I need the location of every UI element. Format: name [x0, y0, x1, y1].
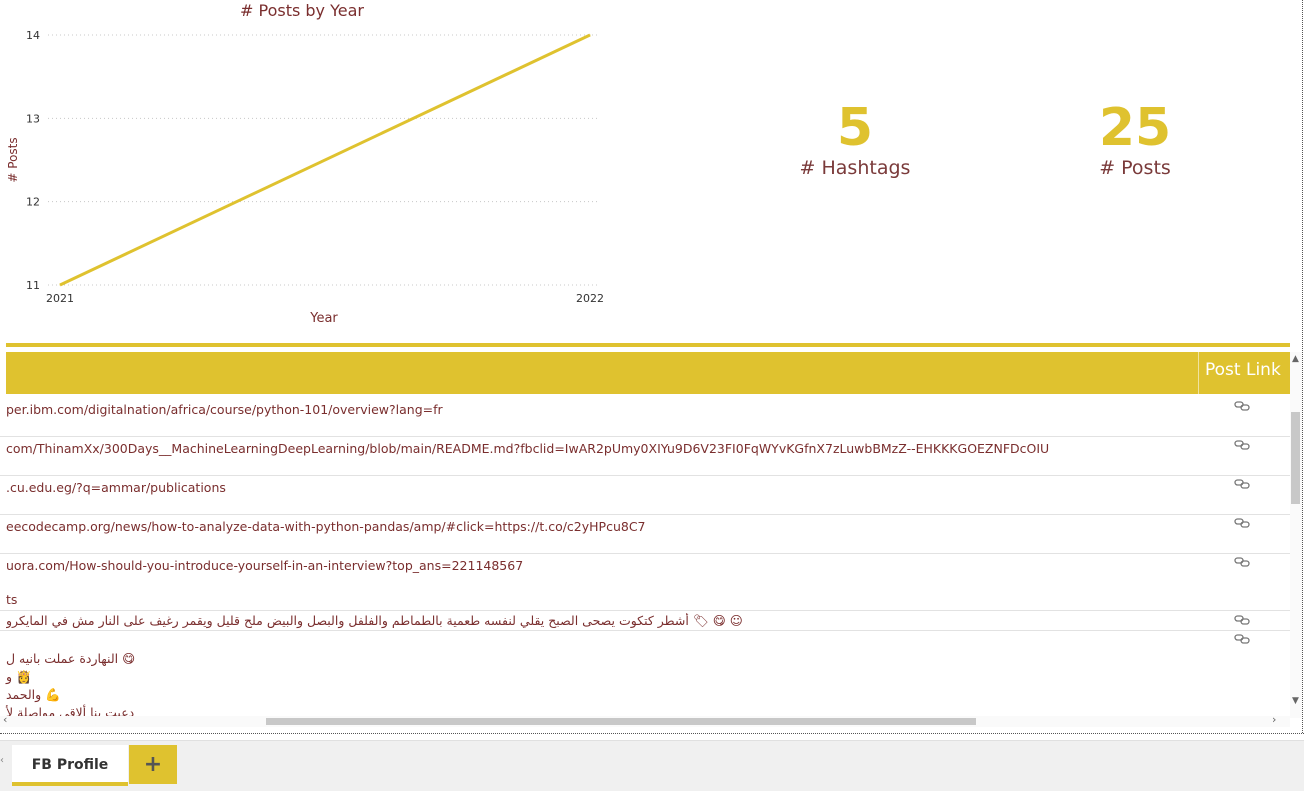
y-tick-label: 13	[26, 112, 40, 125]
link-icon[interactable]	[1234, 400, 1250, 412]
link-icon[interactable]	[1234, 478, 1250, 490]
canvas-border	[1302, 0, 1303, 733]
link-icon[interactable]	[1234, 517, 1250, 529]
page-tab-bar: ‹ FB Profile +	[0, 740, 1304, 791]
table-row[interactable]: eecodecamp.org/news/how-to-analyze-data-…	[0, 515, 1290, 554]
canvas-border	[0, 733, 1304, 734]
x-tick-label: 2022	[576, 292, 604, 305]
chart-y-ticks: 11 12 13 14	[26, 29, 40, 292]
table-top-rule	[6, 343, 1290, 347]
link-icon[interactable]	[1234, 633, 1250, 645]
chart-x-ticks: 2021 2022	[46, 292, 604, 305]
row-url: per.ibm.com/digitalnation/africa/course/…	[6, 402, 443, 417]
link-icon[interactable]	[1234, 556, 1250, 568]
table-row[interactable]: com/ThinamXx/300Days__MachineLearningDee…	[0, 437, 1290, 476]
add-page-button[interactable]: +	[129, 745, 177, 784]
posts-table[interactable]: Post Link per.ibm.com/digitalnation/afri…	[0, 352, 1290, 718]
table-row[interactable]: uora.com/How-should-you-introduce-yourse…	[0, 554, 1290, 611]
series-line[interactable]	[59, 33, 591, 287]
row-url: uora.com/How-should-you-introduce-yourse…	[6, 558, 524, 573]
row-post-text-line: 💪 والحمد	[6, 687, 61, 702]
y-tick-label: 11	[26, 279, 40, 292]
link-icon[interactable]	[1234, 614, 1250, 626]
scroll-left-icon[interactable]: ‹	[3, 713, 7, 726]
row-post-text-line: 👸 و	[6, 669, 32, 684]
tab-fb-profile[interactable]: FB Profile	[12, 745, 128, 786]
scroll-right-icon[interactable]: ›	[1272, 713, 1276, 726]
table-horizontal-scrollbar[interactable]: ‹ ›	[0, 713, 1290, 727]
tab-label: FB Profile	[31, 757, 109, 773]
row-text-continued: ts	[6, 592, 18, 607]
table-row[interactable]: per.ibm.com/digitalnation/africa/course/…	[0, 398, 1290, 437]
row-post-text: ☺ 😋 🏷 أشطر كتكوت يصحى الصبح يقلي لنفسه ط…	[6, 613, 743, 628]
scroll-down-icon[interactable]: ▼	[1292, 696, 1299, 706]
posts-card[interactable]: 25 # Posts	[1060, 100, 1210, 180]
chart-y-axis-label: # Posts	[6, 137, 20, 182]
row-post-text-line: 😋 النهاردة عملت بانيه ل	[6, 651, 136, 666]
table-row[interactable]: .cu.edu.eg/?q=ammar/publications	[0, 476, 1290, 515]
link-icon[interactable]	[1234, 439, 1250, 451]
y-tick-label: 12	[26, 196, 40, 209]
column-header-post-link[interactable]: Post Link	[1198, 352, 1290, 394]
data-point[interactable]	[59, 284, 61, 286]
data-point[interactable]	[589, 34, 591, 36]
x-tick-label: 2021	[46, 292, 74, 305]
table-header: Post Link	[6, 352, 1290, 394]
report-canvas: # Posts by Year 11 12 13 14 2021 2022 # Post…	[0, 0, 1304, 733]
table-row[interactable]: ☺ 😋 🏷 أشطر كتكوت يصحى الصبح يقلي لنفسه ط…	[0, 611, 1290, 631]
row-url: com/ThinamXx/300Days__MachineLearningDee…	[6, 441, 1050, 456]
chart-series	[59, 33, 591, 287]
horizontal-scroll-thumb[interactable]	[266, 718, 976, 725]
table-vertical-scrollbar[interactable]: ▲ ▼	[1290, 352, 1302, 718]
posts-by-year-chart[interactable]: # Posts by Year 11 12 13 14 2021 2022 # Post…	[0, 0, 620, 340]
hashtags-card[interactable]: 5 # Hashtags	[780, 100, 930, 180]
hashtags-label: # Hashtags	[799, 157, 911, 179]
tab-scroll-left-icon[interactable]: ‹	[0, 755, 4, 766]
posts-value: 25	[1098, 98, 1172, 158]
hashtags-value: 5	[836, 98, 874, 158]
posts-label: # Posts	[1099, 157, 1171, 179]
vertical-scroll-thumb[interactable]	[1291, 412, 1300, 504]
scroll-up-icon[interactable]: ▲	[1292, 354, 1299, 364]
chart-x-axis-label: Year	[309, 311, 338, 326]
row-url: .cu.edu.eg/?q=ammar/publications	[6, 480, 226, 495]
table-row[interactable]: 😋 النهاردة عملت بانيه ل 👸 و 💪 والحمد دعب…	[0, 631, 1290, 718]
chart-title: # Posts by Year	[240, 1, 364, 20]
y-tick-label: 14	[26, 29, 40, 42]
row-url: eecodecamp.org/news/how-to-analyze-data-…	[6, 519, 646, 534]
